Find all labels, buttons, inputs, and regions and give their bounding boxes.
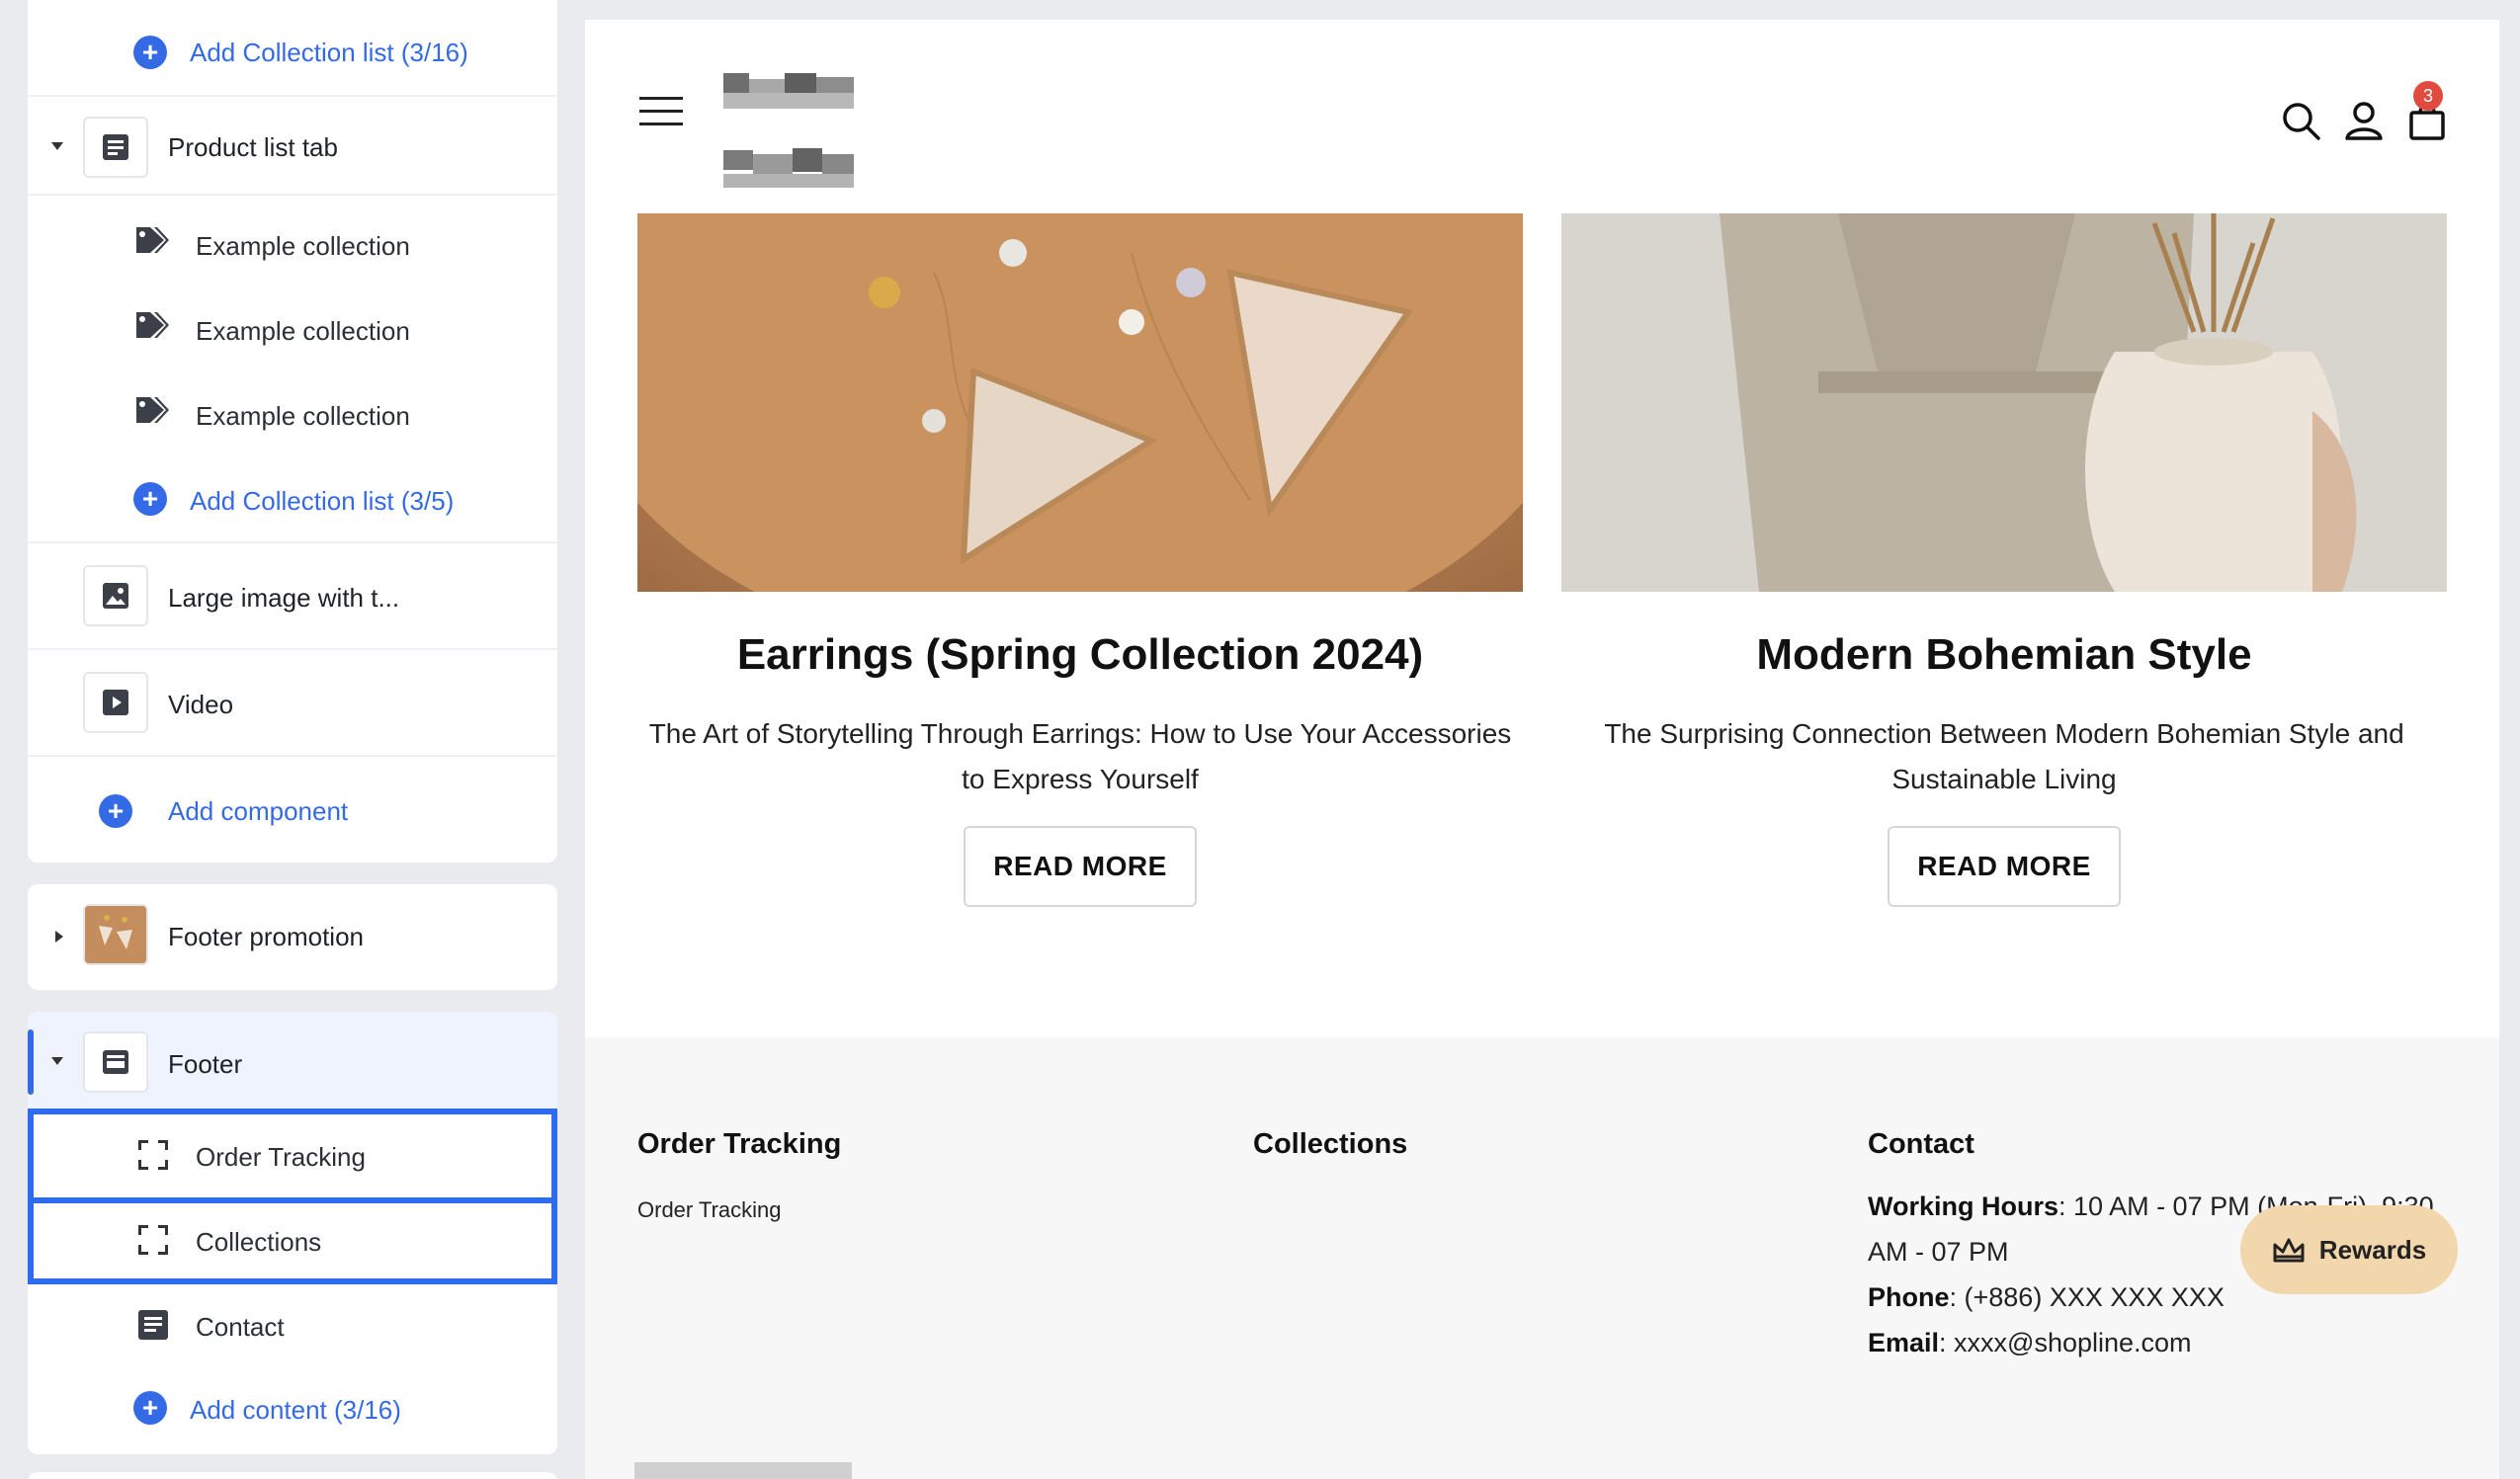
footer-icon [83, 1031, 148, 1093]
store-footer: Order Tracking Order Tracking Collection… [585, 1037, 2499, 1479]
copyright-blurred [634, 1462, 852, 1479]
sidebar-item-product-list-tab[interactable]: Product list tab [28, 97, 557, 196]
theme-editor-sidebar: + Add Collection list (3/16) Product lis… [0, 0, 583, 1479]
sidebar-item-label: Footer [168, 1049, 243, 1079]
read-more-button[interactable]: READ MORE [1888, 826, 2121, 907]
product-list-icon [83, 117, 148, 178]
read-more-button[interactable]: READ MORE [964, 826, 1197, 907]
sidebar-item-footer[interactable]: Footer [28, 1012, 557, 1110]
plus-icon: + [133, 36, 167, 69]
sidebar-item-label: Footer promotion [168, 922, 364, 951]
sidebar-item-example-collection[interactable]: Example collection [28, 196, 557, 281]
rewards-label: Rewards [2318, 1234, 2427, 1265]
crown-icon [2273, 1238, 2305, 1263]
plus-icon: + [133, 482, 167, 516]
add-collection-list[interactable]: + Add Collection list (3/5) [28, 451, 557, 543]
article-title[interactable]: Modern Bohemian Style [1561, 630, 2447, 680]
store-logo[interactable] [712, 51, 870, 202]
account-icon[interactable] [2342, 99, 2386, 142]
next-section-card [28, 1472, 557, 1479]
article-image-earrings[interactable] [637, 213, 1523, 592]
video-icon [83, 672, 148, 733]
store-header: 3 [585, 20, 2499, 213]
chevron-right-icon[interactable] [55, 931, 63, 943]
selected-indicator [28, 1029, 34, 1095]
footer-order-tracking-title: Order Tracking [637, 1128, 842, 1160]
sidebar-item-label: Video [168, 690, 234, 719]
search-icon[interactable] [2279, 99, 2322, 142]
sidebar-item-label: Product list tab [168, 132, 338, 162]
sidebar-item-label: Contact [196, 1312, 285, 1342]
plus-icon: + [99, 794, 132, 828]
add-component-button[interactable]: + Add component [28, 757, 557, 863]
email-value[interactable]: : xxxx@shopline.com [1939, 1328, 2192, 1357]
footer-order-tracking-link[interactable]: Order Tracking [637, 1197, 782, 1223]
add-content-button[interactable]: + Add content (3/16) [28, 1367, 557, 1454]
add-collection-list-label: Add Collection list (3/16) [190, 38, 468, 67]
sidebar-item-video[interactable]: Video [28, 650, 557, 757]
footer-collections-title: Collections [1253, 1128, 1408, 1160]
tag-icon [136, 227, 169, 253]
rewards-button[interactable]: Rewards [2240, 1205, 2458, 1294]
sidebar-item-large-image[interactable]: Large image with t... [28, 543, 557, 650]
tag-icon [136, 312, 169, 338]
sidebar-item-footer-promotion[interactable]: Footer promotion [28, 884, 557, 990]
email-label: Email [1868, 1328, 1940, 1357]
sidebar-item-example-collection[interactable]: Example collection [28, 281, 557, 366]
hours-label: Working Hours [1868, 1191, 2059, 1221]
menu-icon[interactable] [639, 97, 683, 126]
plus-icon: + [133, 1391, 167, 1425]
footer-item-contact[interactable]: Contact [28, 1282, 557, 1367]
highlight-collections [28, 1197, 557, 1284]
phone-value: : (+886) XXX XXX XXX [1949, 1282, 2225, 1312]
highlight-order-tracking [28, 1109, 557, 1203]
sidebar-item-label: Large image with t... [168, 583, 400, 613]
add-content-label: Add content (3/16) [190, 1395, 401, 1425]
add-component-label: Add component [168, 796, 349, 826]
image-icon [83, 565, 148, 626]
add-collection-list-label: Add Collection list (3/5) [190, 486, 455, 516]
sections-card: + Add Collection list (3/16) Product lis… [28, 0, 557, 863]
cart-count-badge: 3 [2413, 81, 2443, 111]
add-collection-list-top[interactable]: + Add Collection list (3/16) [28, 0, 557, 97]
chevron-down-icon[interactable] [51, 1057, 63, 1065]
article-title[interactable]: Earrings (Spring Collection 2024) [637, 630, 1523, 680]
chevron-down-icon[interactable] [51, 142, 63, 150]
article-description: The Surprising Connection Between Modern… [1604, 718, 2404, 794]
storefront-preview: 3 Earrings (Spring Collection 2024) The … [585, 20, 2499, 1479]
sidebar-item-example-collection[interactable]: Example collection [28, 366, 557, 451]
tag-icon [136, 397, 169, 423]
article-image-bohemian[interactable] [1561, 213, 2447, 592]
phone-label: Phone [1868, 1282, 1950, 1312]
article-description: The Art of Storytelling Through Earrings… [648, 718, 1512, 794]
sidebar-item-label: Example collection [196, 401, 410, 431]
footer-contact-title: Contact [1868, 1128, 1974, 1160]
text-block-icon [138, 1310, 168, 1340]
footer-promotion-thumbnail [83, 904, 148, 965]
sidebar-item-label: Example collection [196, 231, 410, 261]
sidebar-item-label: Example collection [196, 316, 410, 346]
